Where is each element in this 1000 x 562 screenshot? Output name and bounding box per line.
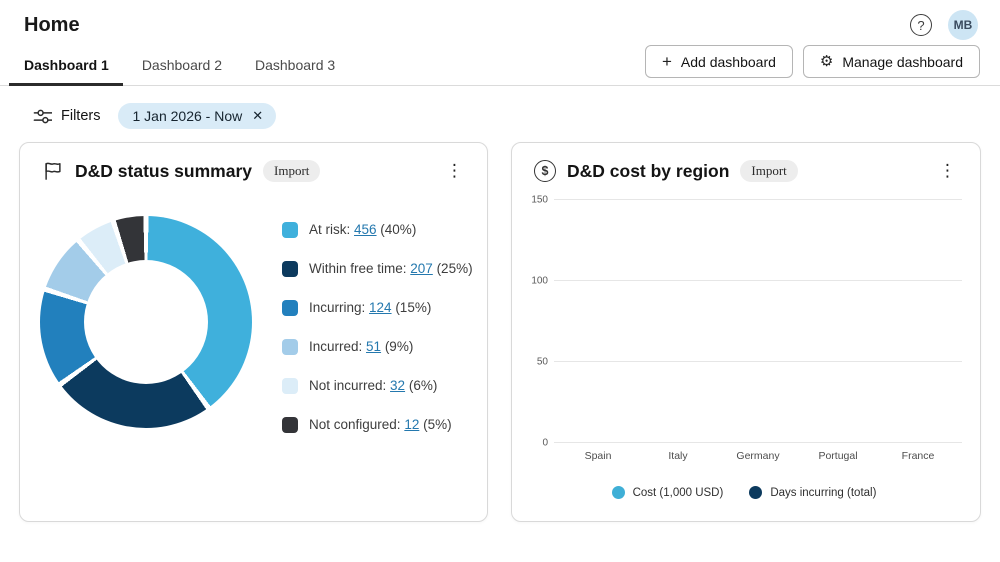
bars <box>554 200 962 443</box>
card-title: D&D status summary <box>75 161 252 182</box>
x-axis-label: Spain <box>585 450 612 462</box>
plus-icon: + <box>662 53 672 70</box>
donut-body: At risk: 456 (40%) Within free time: 207 … <box>20 188 487 444</box>
x-label-cell: Germany <box>720 450 796 462</box>
bar-legend: Cost (1,000 USD) Days incurring (total) <box>524 486 964 499</box>
legend-label: At risk: 456 (40%) <box>309 222 416 237</box>
legend-item: At risk: 456 (40%) <box>282 210 473 249</box>
donut-chart <box>40 216 252 428</box>
tab-dashboard-1[interactable]: Dashboard 1 <box>24 44 109 85</box>
legend-value-link[interactable]: 32 <box>390 378 405 393</box>
tab-dashboard-3[interactable]: Dashboard 3 <box>255 44 335 85</box>
legend-label: Incurred: 51 (9%) <box>309 339 413 354</box>
card-header: $ D&D cost by region Import ⋮ <box>512 143 980 188</box>
legend-value-link[interactable]: 124 <box>369 300 392 315</box>
cards-row: D&D status summary Import ⋮ At risk: 456… <box>0 142 1000 522</box>
x-axis-label: Germany <box>736 450 779 462</box>
legend-value-link[interactable]: 456 <box>354 222 377 237</box>
x-axis-label: Portugal <box>818 450 857 462</box>
legend-label: Incurring: 124 (15%) <box>309 300 431 315</box>
import-badge: Import <box>740 160 797 182</box>
status-summary-card: D&D status summary Import ⋮ At risk: 456… <box>19 142 488 522</box>
legend-item: Not incurred: 32 (6%) <box>282 366 473 405</box>
legend-value-link[interactable]: 51 <box>366 339 381 354</box>
card-header: D&D status summary Import ⋮ <box>20 143 487 188</box>
legend-swatch <box>282 339 298 355</box>
bar-plot: 050100150 <box>554 200 962 443</box>
gear-icon: ⚙ <box>820 54 833 69</box>
legend-value-link[interactable]: 207 <box>410 261 433 276</box>
kebab-menu-icon[interactable]: ⋮ <box>440 161 469 181</box>
y-tick-label: 50 <box>522 357 548 368</box>
kebab-menu-icon[interactable]: ⋮ <box>933 161 962 181</box>
legend-item: Incurring: 124 (15%) <box>282 288 473 327</box>
flag-icon <box>42 160 64 182</box>
filters-button[interactable]: Filters <box>33 107 100 126</box>
sliders-icon <box>33 107 52 126</box>
legend-label: Not configured: 12 (5%) <box>309 417 452 432</box>
legend-item: Not configured: 12 (5%) <box>282 405 473 444</box>
legend-swatch <box>282 417 298 433</box>
manage-dashboard-button[interactable]: ⚙ Manage dashboard <box>803 45 980 78</box>
header-actions: ? MB <box>910 10 978 40</box>
dollar-icon: $ <box>534 160 556 182</box>
x-label-cell: Spain <box>560 450 636 462</box>
filter-row: Filters 1 Jan 2026 - Now ✕ <box>0 86 1000 142</box>
legend-dot <box>749 486 762 499</box>
x-label-cell: Italy <box>640 450 716 462</box>
close-icon[interactable]: ✕ <box>252 110 263 123</box>
date-filter-chip[interactable]: 1 Jan 2026 - Now ✕ <box>118 103 276 129</box>
date-filter-label: 1 Jan 2026 - Now <box>132 108 242 124</box>
legend-value-link[interactable]: 12 <box>404 417 419 432</box>
dashboard-actions: + Add dashboard ⚙ Manage dashboard <box>645 45 980 78</box>
y-tick-label: 0 <box>522 438 548 449</box>
cost-by-region-card: $ D&D cost by region Import ⋮ 050100150 … <box>511 142 981 522</box>
legend-label: Within free time: 207 (25%) <box>309 261 473 276</box>
x-labels: Spain Italy Germany Portugal France <box>554 443 962 462</box>
bar-legend-label: Days incurring (total) <box>770 487 876 499</box>
tabs: Dashboard 1 Dashboard 2 Dashboard 3 <box>24 44 368 85</box>
app-header: Home ? MB <box>0 0 1000 44</box>
bar-chart-body: 050100150 SpainItalyGermanyPortugalFranc… <box>512 188 980 499</box>
y-tick-label: 100 <box>522 276 548 287</box>
bar-legend-item: Cost (1,000 USD) <box>612 486 724 499</box>
add-dashboard-button[interactable]: + Add dashboard <box>645 45 793 78</box>
import-badge: Import <box>263 160 320 182</box>
x-axis-label: France <box>902 450 935 462</box>
page-title: Home <box>24 14 80 37</box>
page: Home ? MB Dashboard 1Dashboard 2Dashboar… <box>0 0 1000 562</box>
x-axis-label: Italy <box>668 450 687 462</box>
x-label-cell: France <box>880 450 956 462</box>
tab-dashboard-2[interactable]: Dashboard 2 <box>142 44 222 85</box>
x-label-cell: Portugal <box>800 450 876 462</box>
add-dashboard-label: Add dashboard <box>681 54 776 70</box>
legend-dot <box>612 486 625 499</box>
legend-swatch <box>282 222 298 238</box>
help-icon[interactable]: ? <box>910 14 932 36</box>
bar-legend-item: Days incurring (total) <box>749 486 876 499</box>
legend-swatch <box>282 261 298 277</box>
legend-item: Within free time: 207 (25%) <box>282 249 473 288</box>
y-tick-label: 150 <box>522 195 548 206</box>
legend-swatch <box>282 300 298 316</box>
manage-dashboard-label: Manage dashboard <box>842 54 963 70</box>
tab-bar: Dashboard 1 Dashboard 2 Dashboard 3 + Add … <box>0 44 1000 86</box>
avatar[interactable]: MB <box>948 10 978 40</box>
filters-label: Filters <box>61 108 100 124</box>
card-title: D&D cost by region <box>567 161 729 182</box>
legend-item: Incurred: 51 (9%) <box>282 327 473 366</box>
legend-swatch <box>282 378 298 394</box>
legend-label: Not incurred: 32 (6%) <box>309 378 437 393</box>
bar-legend-label: Cost (1,000 USD) <box>633 487 724 499</box>
donut-hole <box>84 260 208 384</box>
donut-legend: At risk: 456 (40%) Within free time: 207 … <box>252 200 473 444</box>
